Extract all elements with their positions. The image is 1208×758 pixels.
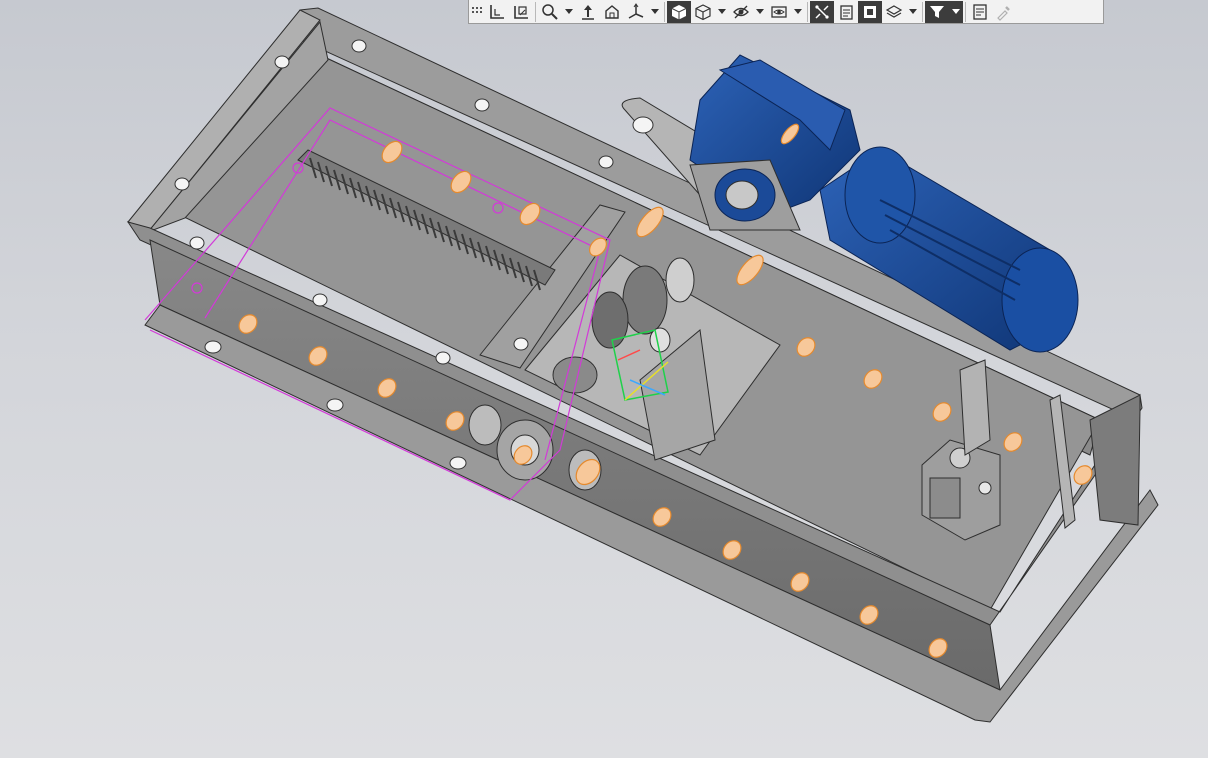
toolbar-separator <box>807 1 808 22</box>
filter-icon[interactable] <box>925 0 949 23</box>
hide-show-dropdown-icon[interactable] <box>753 1 767 23</box>
properties-icon[interactable] <box>968 1 992 23</box>
wireframe-display-icon[interactable] <box>691 1 715 23</box>
dropper-icon <box>992 1 1016 23</box>
pan-icon[interactable] <box>576 1 600 23</box>
view-settings-dropdown-icon[interactable] <box>791 1 805 23</box>
toolbar-separator <box>922 1 923 22</box>
toolbar-separator <box>664 1 665 22</box>
axes-triad-icon[interactable] <box>624 1 648 23</box>
display-dropdown-icon[interactable] <box>715 1 729 23</box>
grip-icon[interactable] <box>469 1 485 23</box>
view-settings-icon[interactable] <box>767 1 791 23</box>
sheet-icon[interactable] <box>834 1 858 23</box>
component-display-icon[interactable] <box>858 0 882 23</box>
normal-to-icon[interactable] <box>509 1 533 23</box>
layers-dropdown-icon[interactable] <box>906 1 920 23</box>
model-viewport[interactable] <box>0 0 1208 758</box>
zoom-dropdown-icon[interactable] <box>562 1 576 23</box>
orientation-icon[interactable] <box>485 1 509 23</box>
section-view-icon[interactable] <box>810 0 834 23</box>
layers-icon[interactable] <box>882 1 906 23</box>
bearing-plate <box>959 359 991 456</box>
zoom-icon[interactable] <box>538 1 562 23</box>
axes-dropdown-icon[interactable] <box>648 1 662 23</box>
filter-dropdown-icon[interactable] <box>949 0 963 23</box>
hide-show-icon[interactable] <box>729 1 753 23</box>
toolbar-separator <box>535 1 536 22</box>
view-toolbar <box>468 0 1104 24</box>
rotate-icon[interactable] <box>600 1 624 23</box>
toolbar-separator <box>965 1 966 22</box>
frame-right-end <box>1089 394 1141 526</box>
shaded-display-icon[interactable] <box>667 0 691 23</box>
